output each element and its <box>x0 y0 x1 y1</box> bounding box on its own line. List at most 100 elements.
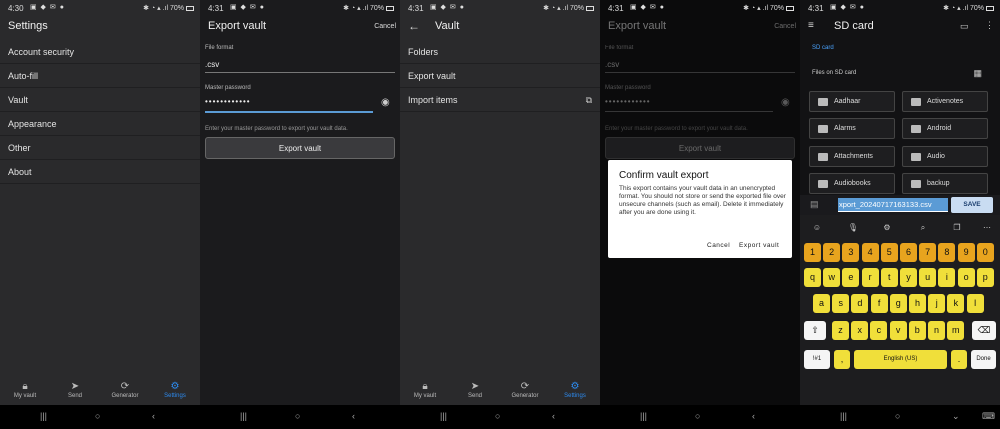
nav-my-vault[interactable]: 🔒︎ My vault <box>405 381 445 399</box>
search-icon[interactable]: ⌕ <box>914 219 932 237</box>
symbols-key[interactable]: !#1 <box>804 350 830 369</box>
period-key[interactable]: . <box>951 350 967 369</box>
shift-key[interactable]: ⇧ <box>804 321 826 340</box>
key-e[interactable]: e <box>842 268 860 287</box>
microphone-icon[interactable]: 🎙︎ <box>844 219 862 237</box>
hamburger-menu-icon[interactable]: ≡ <box>808 20 814 31</box>
menu-item-folders[interactable]: Folders <box>400 40 600 64</box>
key-7[interactable]: 7 <box>919 243 937 262</box>
key-c[interactable]: c <box>870 321 888 340</box>
folder-item[interactable]: Aadhaar <box>809 91 895 112</box>
key-9[interactable]: 9 <box>957 243 975 262</box>
grid-view-icon[interactable]: ▦ <box>973 68 982 79</box>
key-0[interactable]: 0 <box>976 243 994 262</box>
more-options-icon[interactable]: ⋮ <box>985 20 994 31</box>
recents-icon[interactable]: ||| <box>840 411 847 421</box>
space-key[interactable]: English (US) <box>854 350 947 369</box>
key-u[interactable]: u <box>919 268 937 287</box>
key-i[interactable]: i <box>938 268 956 287</box>
home-icon[interactable]: ○ <box>695 411 700 421</box>
save-button[interactable]: SAVE <box>951 197 993 213</box>
back-icon[interactable]: ‹ <box>552 411 555 421</box>
settings-icon[interactable]: ⚙ <box>878 219 896 237</box>
folder-item[interactable]: Audiobooks <box>809 173 895 194</box>
folder-item[interactable]: Attachments <box>809 146 895 167</box>
recents-icon[interactable]: ||| <box>440 411 447 421</box>
nav-generator[interactable]: ⟳ Generator <box>505 381 545 399</box>
clipboard-icon[interactable]: ❐ <box>948 219 966 237</box>
key-d[interactable]: d <box>851 294 869 313</box>
folder-item[interactable]: Android <box>902 118 988 139</box>
key-s[interactable]: s <box>832 294 850 313</box>
recents-icon[interactable]: ||| <box>240 411 247 421</box>
dialog-cancel-button[interactable]: Cancel <box>707 242 730 249</box>
key-t[interactable]: t <box>880 268 898 287</box>
back-icon[interactable]: ‹ <box>352 411 355 421</box>
menu-item-import-items[interactable]: Import items ⧉ <box>400 88 600 112</box>
key-j[interactable]: j <box>928 294 946 313</box>
key-n[interactable]: n <box>928 321 945 340</box>
key-h[interactable]: h <box>909 294 926 313</box>
key-p[interactable]: p <box>976 268 994 287</box>
key-1[interactable]: 1 <box>804 243 821 262</box>
comma-key[interactable]: , <box>834 350 850 369</box>
key-a[interactable]: a <box>813 294 830 313</box>
nav-send[interactable]: ➤ Send <box>55 381 95 399</box>
key-o[interactable]: o <box>957 268 975 287</box>
key-f[interactable]: f <box>870 294 888 313</box>
backspace-key[interactable]: ⌫ <box>972 321 996 340</box>
home-icon[interactable]: ○ <box>495 411 500 421</box>
key-w[interactable]: w <box>823 268 841 287</box>
key-r[interactable]: r <box>861 268 879 287</box>
menu-item-appearance[interactable]: Appearance <box>0 112 200 136</box>
key-b[interactable]: b <box>908 321 926 340</box>
breadcrumb[interactable]: SD card <box>812 45 834 51</box>
key-l[interactable]: l <box>966 294 984 313</box>
master-password-input[interactable]: •••••••••••• <box>205 97 395 106</box>
key-6[interactable]: 6 <box>900 243 917 262</box>
key-y[interactable]: y <box>900 268 917 287</box>
folder-item[interactable]: Alarms <box>809 118 895 139</box>
folder-item[interactable]: backup <box>902 173 988 194</box>
filename-input[interactable]: xport_20240717163133.csv <box>838 198 948 212</box>
recents-icon[interactable]: ||| <box>40 411 47 421</box>
key-g[interactable]: g <box>889 294 907 313</box>
keyboard-switch-icon[interactable]: ⌨ <box>982 411 995 422</box>
emoji-icon[interactable]: ☺ <box>808 219 826 237</box>
home-icon[interactable]: ○ <box>895 411 900 421</box>
menu-item-auto-fill[interactable]: Auto-fill <box>0 64 200 88</box>
key-v[interactable]: v <box>889 321 907 340</box>
key-m[interactable]: m <box>947 321 965 340</box>
menu-item-export-vault[interactable]: Export vault <box>400 64 600 88</box>
cancel-button[interactable]: Cancel <box>374 23 396 30</box>
nav-generator[interactable]: ⟳ Generator <box>105 381 145 399</box>
export-vault-button[interactable]: Export vault <box>205 137 395 159</box>
home-icon[interactable]: ○ <box>295 411 300 421</box>
key-2[interactable]: 2 <box>823 243 841 262</box>
nav-settings[interactable]: ⚙ Settings <box>555 381 595 399</box>
back-arrow-icon[interactable]: ← <box>408 19 420 33</box>
folder-item[interactable]: Audio <box>902 146 988 167</box>
nav-settings[interactable]: ⚙ Settings <box>155 381 195 399</box>
nav-my-vault[interactable]: 🔒︎ My vault <box>5 381 45 399</box>
nav-send[interactable]: ➤ Send <box>455 381 495 399</box>
folder-item[interactable]: Activenotes <box>902 91 988 112</box>
menu-item-account-security[interactable]: Account security <box>0 40 200 64</box>
key-q[interactable]: q <box>804 268 821 287</box>
key-8[interactable]: 8 <box>938 243 956 262</box>
key-k[interactable]: k <box>947 294 965 313</box>
eye-icon[interactable]: ◉ <box>381 97 390 108</box>
back-icon[interactable]: ‹ <box>752 411 755 421</box>
dialog-export-button[interactable]: Export vault <box>739 242 779 249</box>
key-5[interactable]: 5 <box>880 243 898 262</box>
recents-icon[interactable]: ||| <box>640 411 647 421</box>
back-icon[interactable]: ‹ <box>152 411 155 421</box>
new-folder-icon[interactable]: ▭ <box>960 21 969 32</box>
file-format-select[interactable]: .csv <box>205 60 395 69</box>
menu-item-vault[interactable]: Vault <box>0 88 200 112</box>
key-x[interactable]: x <box>851 321 869 340</box>
hide-keyboard-icon[interactable]: ⌄ <box>952 411 960 422</box>
menu-item-about[interactable]: About <box>0 160 200 184</box>
key-z[interactable]: z <box>832 321 849 340</box>
key-3[interactable]: 3 <box>842 243 860 262</box>
